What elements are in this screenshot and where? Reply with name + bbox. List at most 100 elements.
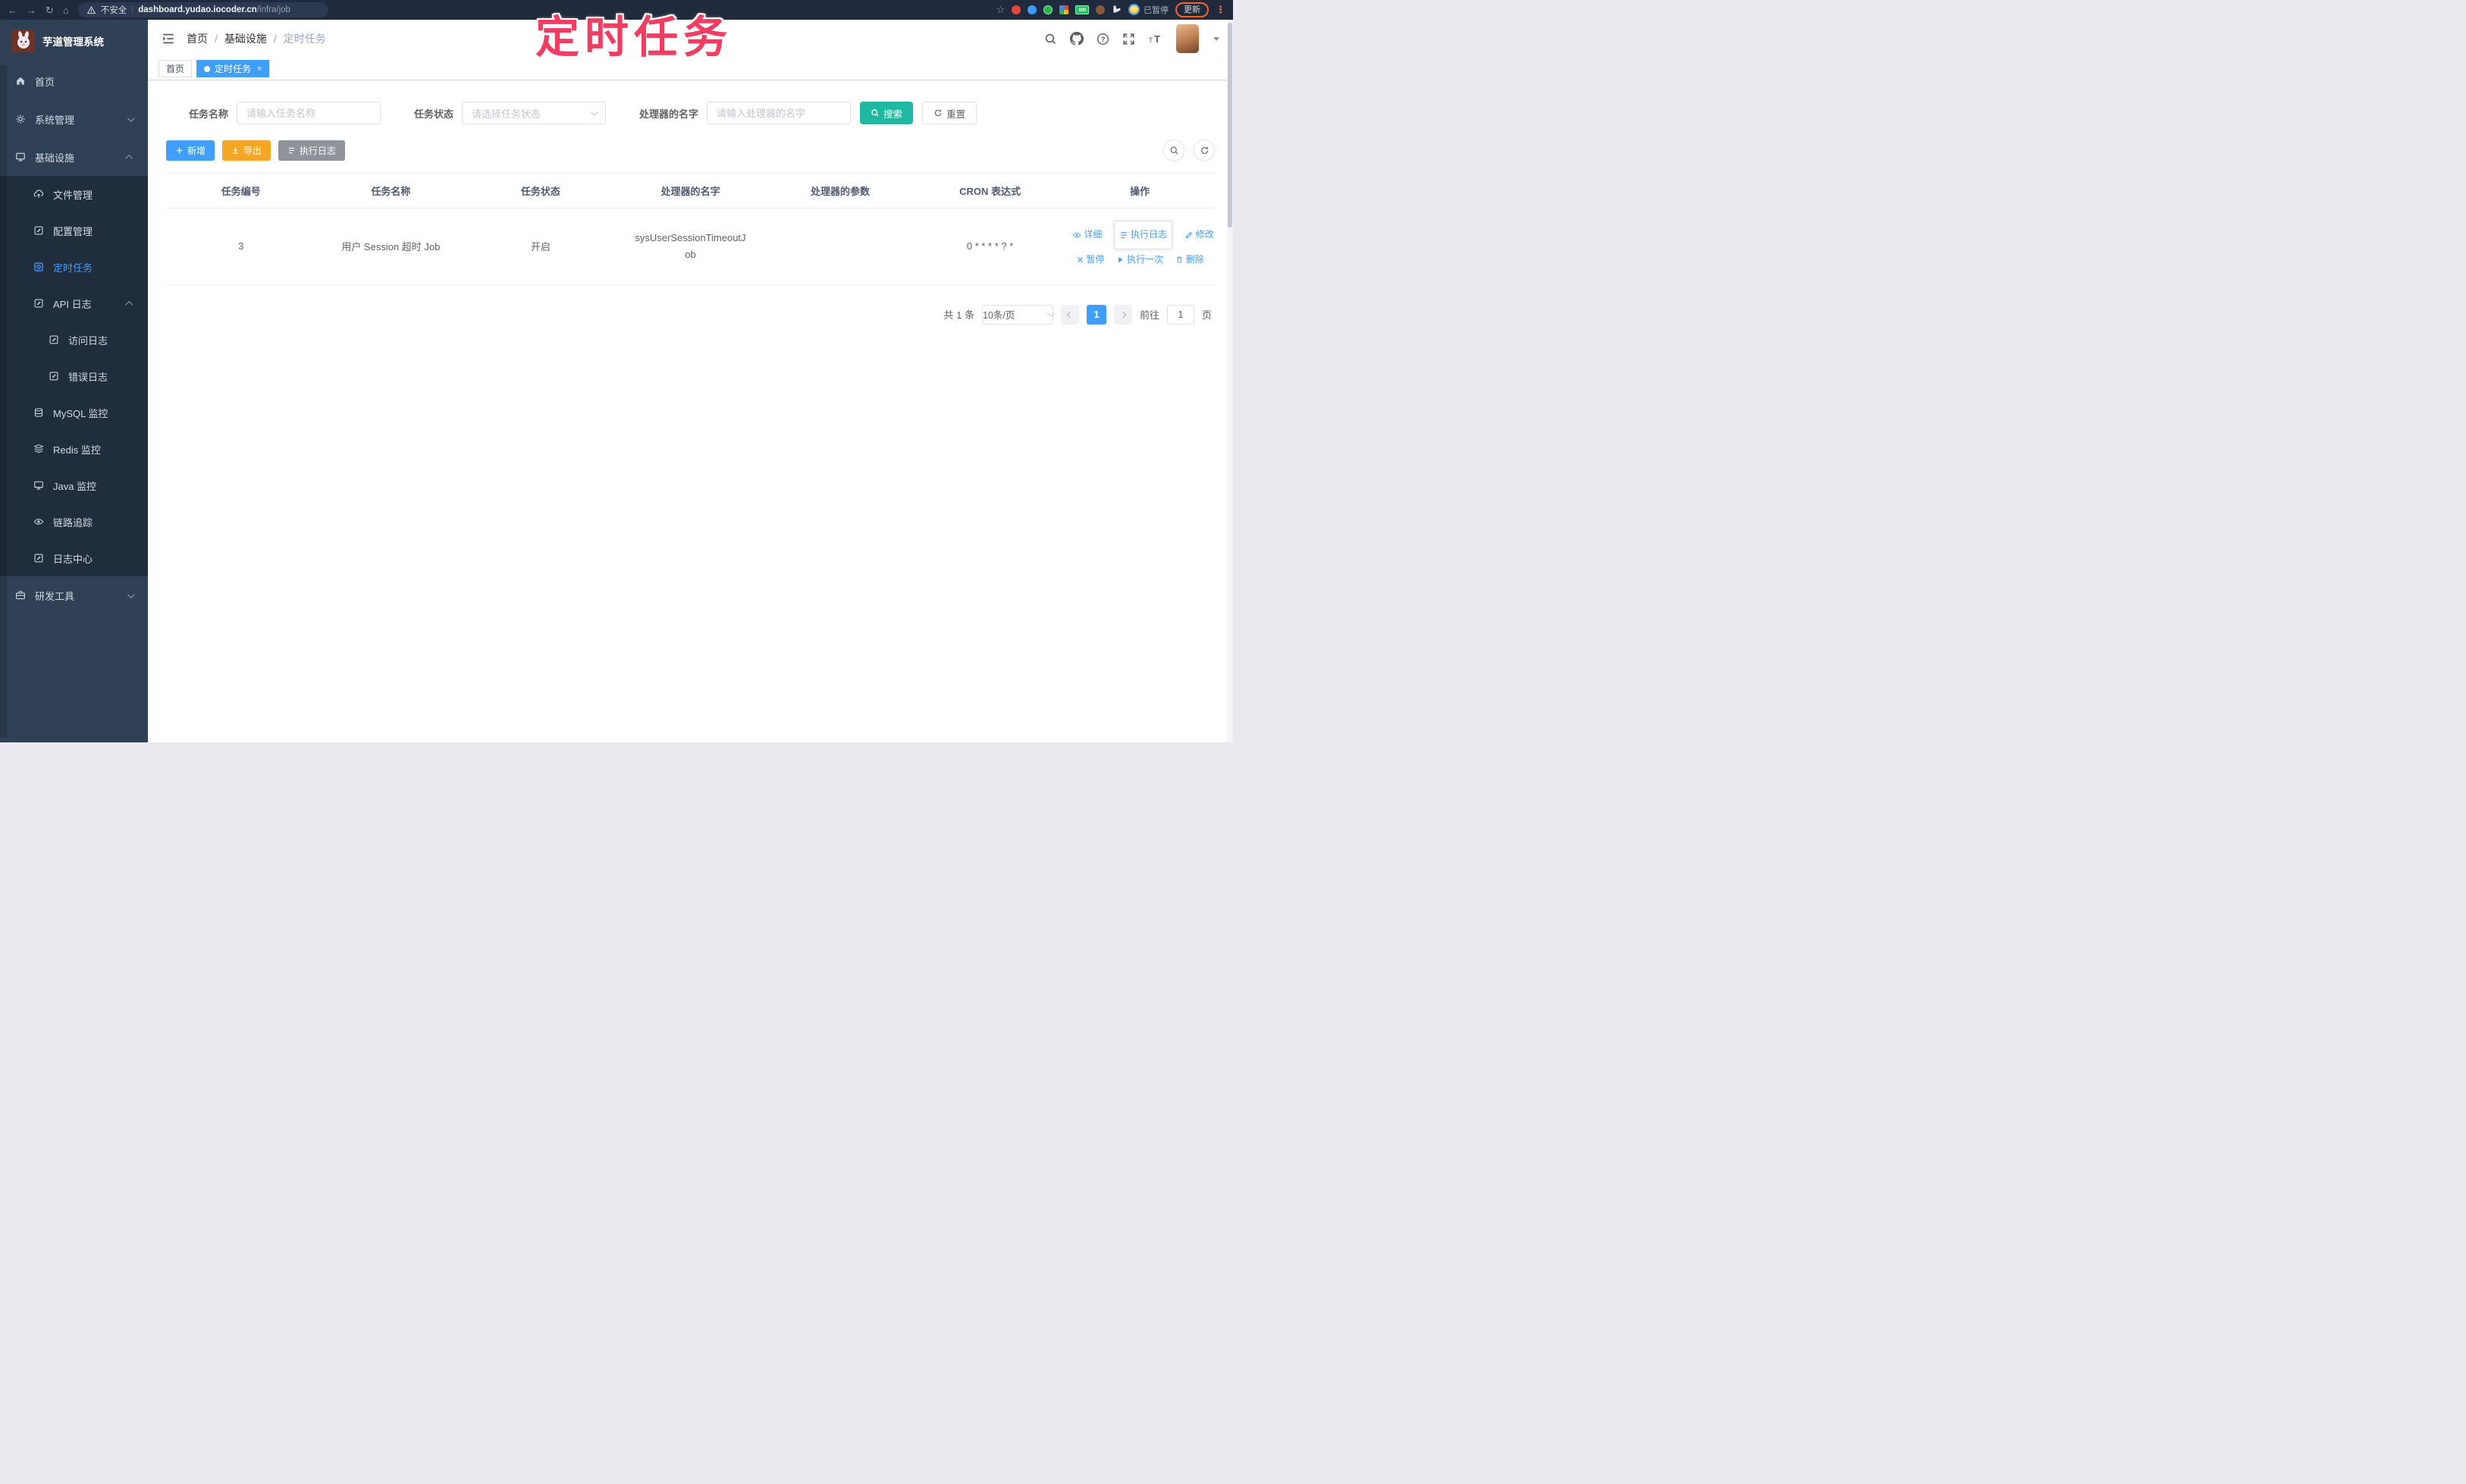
page-number-button[interactable]: 1 [1086, 304, 1106, 325]
chevron-down-icon [1046, 309, 1055, 318]
bookmark-star-icon[interactable]: ☆ [996, 5, 1006, 14]
puzzle-icon[interactable] [1112, 5, 1122, 14]
fullscreen-icon[interactable] [1122, 33, 1135, 45]
caret-down-icon[interactable] [1213, 36, 1219, 41]
extension-monkey-icon[interactable] [1096, 5, 1105, 14]
add-button[interactable]: 新增 [166, 140, 215, 161]
cell-handler-param [765, 208, 915, 285]
log-icon [34, 299, 43, 308]
sidebar-item-system[interactable]: 系统管理 [0, 100, 148, 138]
close-icon[interactable]: × [257, 64, 262, 74]
table-row: 3 用户 Session 超时 Job 开启 sysUserSessionTim… [166, 208, 1215, 285]
sidebar-item-java-monitor[interactable]: Java 监控 [0, 467, 148, 504]
layers-icon [33, 444, 44, 453]
breadcrumb-infra[interactable]: 基础设施 [224, 31, 267, 46]
sidebar-item-dev-tools[interactable]: 研发工具 [0, 576, 148, 614]
log-icon [49, 335, 58, 344]
refresh-button[interactable] [1194, 140, 1215, 161]
sidebar-item-home[interactable]: 首页 [0, 62, 148, 100]
search-icon[interactable] [1044, 33, 1057, 45]
job-status-select[interactable]: 请选择任务状态 [462, 102, 607, 124]
url-path: /infra/job [256, 5, 290, 14]
browser-home-icon[interactable]: ⌂ [63, 5, 69, 15]
app-logo [12, 30, 35, 52]
browser-back-icon[interactable]: ← [8, 5, 17, 15]
sidebar-item-file-manage[interactable]: 文件管理 [0, 176, 148, 212]
edit-square-icon [34, 226, 43, 235]
cell-job-id: 3 [166, 208, 316, 285]
chevron-down-icon [127, 114, 135, 122]
pause-link[interactable]: 暂停 [1076, 249, 1105, 271]
tab-scheduled-job[interactable]: 定时任务 × [196, 60, 270, 77]
browser-reload-icon[interactable]: ↻ [45, 5, 54, 15]
database-icon [34, 408, 43, 417]
tab-home[interactable]: 首页 [158, 60, 193, 77]
page-size-select[interactable]: 10条/页 [981, 304, 1055, 325]
address-bar[interactable]: 不安全 dashboard.yudao.iocoder.cn/infra/job [77, 2, 328, 17]
extension-grid-icon[interactable] [1059, 5, 1069, 14]
row-job-log-link[interactable]: 执行日志 [1114, 221, 1173, 249]
handler-name-input[interactable] [707, 102, 852, 124]
delete-link[interactable]: 删除 [1175, 249, 1204, 271]
cell-job-name: 用户 Session 超时 Job [315, 208, 466, 285]
toggle-search-button[interactable] [1163, 140, 1184, 161]
on-badge[interactable]: on [1075, 5, 1089, 14]
prev-page-button[interactable] [1060, 304, 1079, 325]
extension-red-icon[interactable] [1012, 5, 1021, 14]
browser-update-button[interactable]: 更新 [1175, 2, 1209, 18]
sidebar-item-error-log[interactable]: 错误日志 [0, 358, 148, 394]
profile-avatar-icon [1128, 4, 1140, 16]
search-button[interactable]: 搜索 [860, 102, 914, 124]
reset-button[interactable]: 重置 [922, 102, 977, 124]
edit-link[interactable]: 修改 [1184, 224, 1214, 246]
breadcrumb-home[interactable]: 首页 [187, 31, 208, 46]
timer-icon [34, 262, 43, 271]
page-scrollbar[interactable] [1227, 20, 1233, 742]
plus-icon [176, 147, 183, 153]
play-icon [1118, 256, 1123, 262]
extension-green-check-icon[interactable] [1043, 5, 1053, 14]
app-logo-row[interactable]: 芋道管理系统 [0, 20, 148, 62]
sidebar-item-tracing[interactable]: 链路追踪 [0, 504, 148, 540]
breadcrumb-current: 定时任务 [283, 33, 326, 45]
detail-link[interactable]: 详细 [1072, 224, 1102, 246]
github-icon[interactable] [1070, 32, 1084, 45]
total-count: 共 1 条 [943, 309, 974, 322]
sidebar-item-access-log[interactable]: 访问日志 [0, 322, 148, 358]
table-toolbar: 新增 导出 执行日志 [166, 140, 1215, 161]
browser-menu-icon[interactable]: ⋮ [1216, 4, 1225, 16]
profile-chip[interactable]: 已暂停 [1128, 4, 1169, 16]
security-label[interactable]: 不安全 [101, 4, 127, 16]
next-page-button[interactable] [1113, 304, 1132, 325]
sidebar-item-api-log[interactable]: API 日志 [0, 285, 148, 322]
url-host[interactable]: dashboard.yudao.iocoder.cn [138, 5, 257, 14]
run-once-link[interactable]: 执行一次 [1116, 249, 1163, 271]
pagination: 共 1 条 10条/页 1 前往 页 [166, 304, 1215, 325]
extension-blue-icon[interactable] [1028, 5, 1037, 14]
cell-job-status: 开启 [466, 208, 616, 285]
hamburger-icon[interactable] [162, 32, 175, 45]
sidebar-item-mysql-monitor[interactable]: MySQL 监控 [0, 394, 148, 431]
log-icon [49, 372, 58, 381]
screen: ← → ↻ ⌂ 不安全 dashboard.yudao.iocoder.cn/i… [0, 0, 1233, 742]
svg-text:T: T [1149, 36, 1153, 44]
goto-page-input[interactable] [1166, 304, 1194, 325]
sidebar-item-infra[interactable]: 基础设施 [0, 138, 148, 176]
sidebar-scrollbar[interactable] [0, 65, 7, 738]
chevron-up-icon [125, 300, 133, 309]
font-size-icon[interactable]: TT [1148, 33, 1163, 45]
sidebar-item-log-center[interactable]: 日志中心 [0, 540, 148, 576]
chevron-down-icon [590, 108, 598, 116]
sidebar-item-scheduled-job[interactable]: 定时任务 [0, 249, 148, 285]
export-button[interactable]: 导出 [222, 140, 271, 161]
app-title: 芋道管理系统 [42, 36, 104, 48]
job-log-button[interactable]: 执行日志 [278, 140, 346, 161]
sidebar-item-config-manage[interactable]: 配置管理 [0, 212, 148, 249]
sidebar-item-redis-monitor[interactable]: Redis 监控 [0, 431, 148, 467]
col-job-status: 任务状态 [466, 173, 616, 209]
job-name-input[interactable] [237, 102, 381, 124]
scrollbar-thumb[interactable] [1228, 23, 1232, 227]
user-avatar[interactable] [1176, 24, 1199, 53]
help-icon[interactable]: ? [1097, 33, 1109, 45]
browser-forward-icon[interactable]: → [27, 5, 36, 15]
